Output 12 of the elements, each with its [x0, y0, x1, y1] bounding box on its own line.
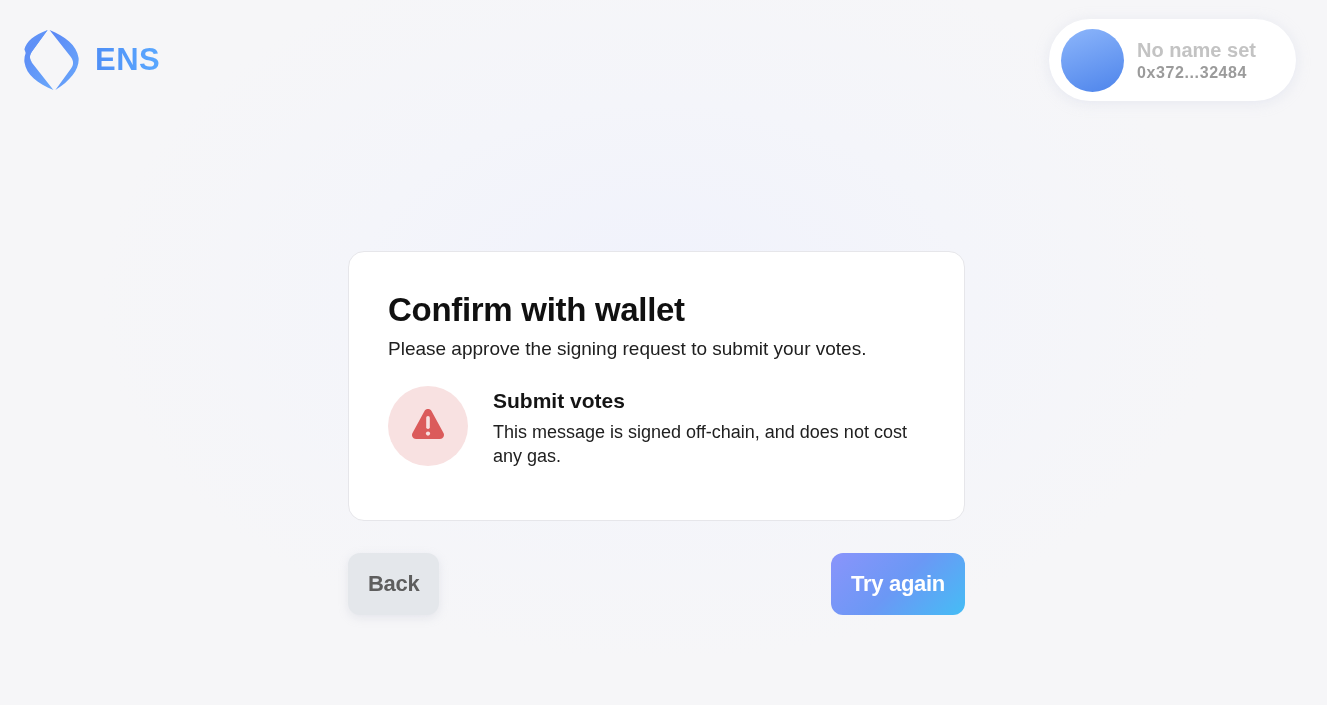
- account-address: 0x372...32484: [1137, 62, 1249, 83]
- account-button[interactable]: No name set 0x372...32484: [1049, 19, 1296, 101]
- dialog-subtitle: Please approve the signing request to submit your votes.: [388, 337, 868, 361]
- logo-icon: [24, 30, 79, 90]
- notice-title: Submit votes: [493, 388, 626, 414]
- avatar-icon: [1061, 28, 1124, 92]
- dialog-title: Confirm with wallet: [388, 290, 686, 330]
- notice-text: This message is signed off-chain, and does not cost any gas.: [493, 421, 908, 468]
- back-button[interactable]: Back: [348, 553, 440, 615]
- try-again-button[interactable]: Try again: [831, 553, 965, 615]
- warning-icon: [388, 386, 468, 466]
- account-name: No name set: [1137, 37, 1256, 62]
